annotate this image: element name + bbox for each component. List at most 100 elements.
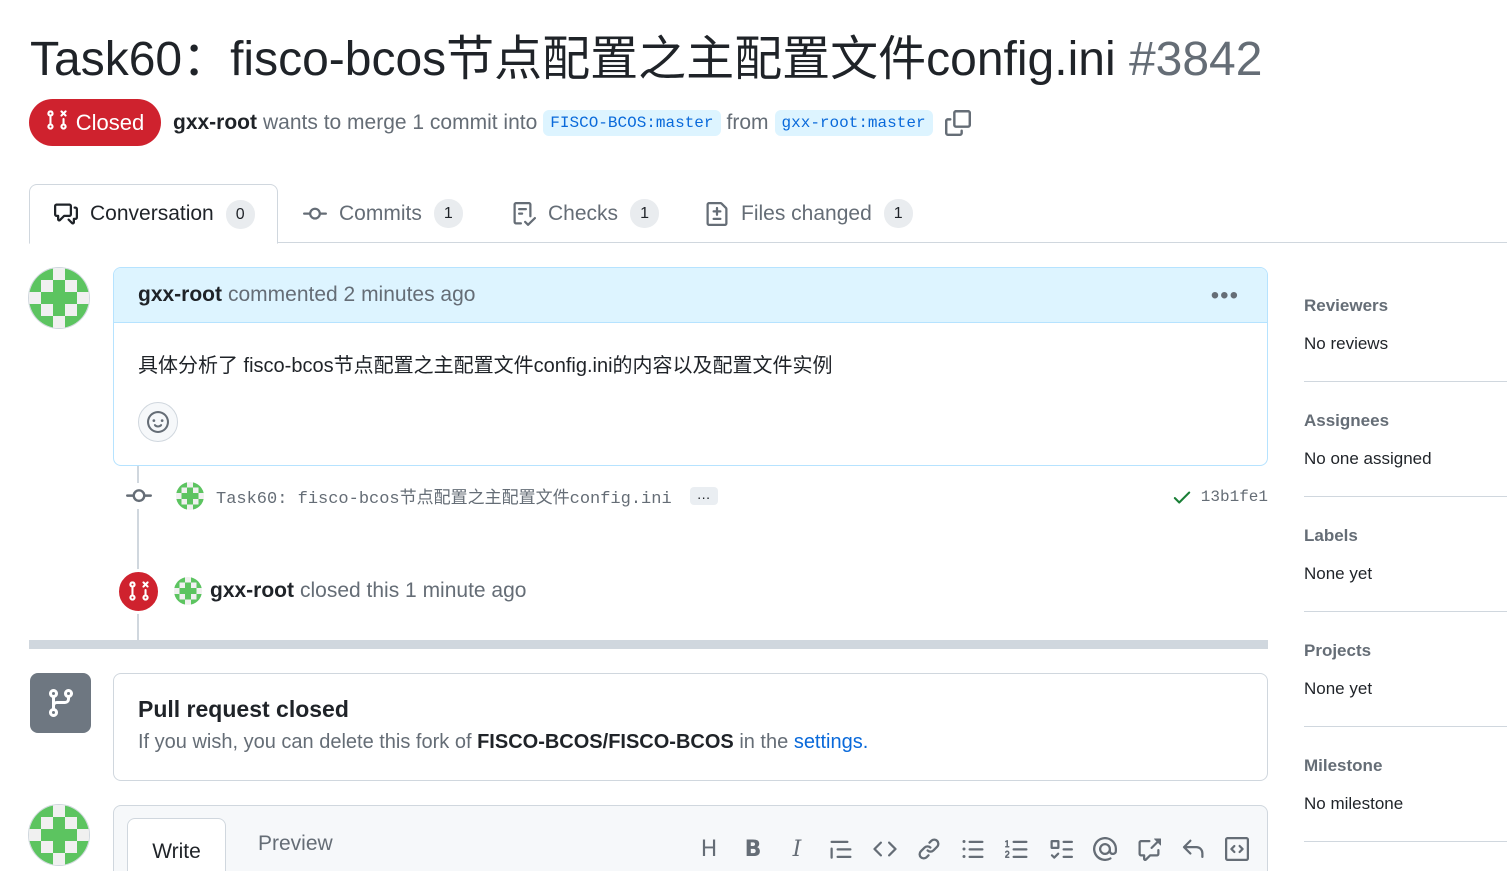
closed-by-author-link[interactable]: gxx-root [210,579,294,603]
bold-button[interactable]: B [733,834,773,864]
tab-commits-label: Commits [339,201,422,225]
code-button[interactable] [865,834,905,864]
sidebar-projects: Projects None yet [1304,641,1507,727]
sidebar-heading-milestone[interactable]: Milestone [1304,756,1507,776]
sidebar-value-reviewers: No reviews [1304,334,1389,353]
timeline-closed-event: gxx-root closed this 1 minute ago [117,569,526,613]
pr-closed-box: Pull request closed If you wish, you can… [113,673,1268,781]
tab-conversation[interactable]: Conversation 0 [29,184,278,244]
tab-commits-count: 1 [433,199,463,228]
avatar[interactable] [28,267,90,329]
git-branch-icon [48,689,73,718]
pr-author-link[interactable]: gxx-root [173,111,257,135]
git-commit-icon [126,483,152,509]
pr-closed-icon [46,109,68,137]
pr-closed-text-suffix: . [862,731,869,753]
sidebar-labels: Labels None yet [1304,526,1507,612]
reply-icon [1182,839,1204,858]
timeline-commit: Task60: fisco-bcos节点配置之主配置文件config.ini …… [126,480,1268,512]
mention-icon [1093,837,1117,861]
commit-author-avatar[interactable] [176,482,204,510]
pr-closed-badge [117,569,160,613]
comment-author-link[interactable]: gxx-root [138,283,222,307]
sidebar-heading-reviewers[interactable]: Reviewers [1304,296,1507,316]
tab-conversation-label: Conversation [90,202,214,225]
tab-commits[interactable]: Commits 1 [303,184,463,243]
code-icon [873,841,897,857]
tab-checks-label: Checks [548,201,619,225]
sidebar-value-projects: None yet [1304,679,1373,698]
commit-sha-link[interactable]: 13b1fe1 [1201,488,1268,506]
check-icon[interactable] [1171,486,1193,508]
italic-icon: I [792,836,802,862]
comment-discussion-icon [54,203,78,225]
tab-preview[interactable]: Preview [258,832,333,856]
comment-body: 具体分析了 fisco-bcos节点配置之主配置文件config.ini的内容以… [138,355,833,377]
base-branch[interactable]: FISCO-BCOS:master [543,110,721,136]
cross-reference-button[interactable] [1129,834,1169,864]
file-diff-icon [706,201,728,226]
list-ordered-icon [1005,840,1028,858]
tab-files-changed[interactable]: Files changed 1 [705,184,913,243]
quote-icon [830,840,852,859]
kebab-menu-icon[interactable]: ••• [1211,282,1239,310]
tab-files-count: 1 [883,199,913,228]
comment-box: gxx-root commented 2 minutes ago ••• 具体分… [113,267,1268,466]
italic-button[interactable]: I [777,834,817,864]
tasklist-icon [1050,840,1073,859]
unordered-list-button[interactable] [953,834,993,864]
mention-button[interactable] [1085,834,1125,864]
link-button[interactable] [909,834,949,864]
fork-repo-name: FISCO-BCOS/FISCO-BCOS [477,731,734,753]
ordered-list-button[interactable] [997,834,1037,864]
pr-closed-text-mid: in the [739,731,789,753]
merge-summary: gxx-root wants to merge 1 commit into FI… [173,106,971,140]
heading-button[interactable]: H [689,834,729,864]
tab-checks[interactable]: Checks 1 [512,184,660,243]
cross-reference-icon [1138,838,1161,861]
sidebar-milestone: Milestone No milestone [1304,756,1507,842]
smiley-icon [147,411,169,433]
comment-header: gxx-root commented 2 minutes ago ••• [114,268,1267,323]
sidebar-value-assignees: No one assigned [1304,449,1432,468]
comment-composer: Write Preview H B I [113,805,1268,871]
tab-write[interactable]: Write [127,818,226,871]
pr-closed-title: Pull request closed [138,696,349,722]
tab-conversation-count: 0 [225,199,255,229]
pr-closed-text-prefix: If you wish, you can delete this fork of [138,731,472,753]
sidebar-assignees: Assignees No one assigned [1304,411,1507,497]
state-badge: Closed [29,99,161,146]
tab-checks-count: 1 [630,199,660,228]
sidebar-reviewers: Reviewers No reviews [1304,296,1507,382]
page-title: Task60：fisco-bcos节点配置之主配置文件config.ini #3… [30,28,1262,92]
sidebar-heading-labels[interactable]: Labels [1304,526,1507,546]
from-text: from [726,111,769,134]
sidebar-value-milestone: No milestone [1304,794,1404,813]
saved-replies-button[interactable] [1173,834,1213,864]
list-unordered-icon [962,840,984,858]
pr-closed-text: If you wish, you can delete this fork of… [138,731,1243,754]
closed-by-avatar[interactable] [174,577,202,605]
commit-status: 13b1fe1 [1171,486,1268,508]
head-branch[interactable]: gxx-root:master [774,110,933,136]
heading-icon: H [700,836,718,862]
sidebar-value-labels: None yet [1304,564,1373,583]
sidebar-heading-assignees[interactable]: Assignees [1304,411,1507,431]
settings-link[interactable]: settings [794,731,863,753]
timeline-divider [29,640,1268,649]
commit-message-link[interactable]: Task60: fisco-bcos节点配置之主配置文件config.ini [216,483,672,509]
comment-meta[interactable]: commented 2 minutes ago [228,283,475,307]
add-reaction-button[interactable] [138,402,178,442]
slash-commands-button[interactable] [1217,834,1257,864]
link-icon [918,838,940,860]
git-commit-icon [303,207,327,220]
copy-icon[interactable] [944,110,971,136]
task-list-button[interactable] [1041,834,1081,864]
pr-closed-icon [128,581,149,601]
avatar[interactable] [28,804,90,866]
commit-expand-button[interactable]: … [689,487,718,505]
merge-text: wants to merge 1 commit into [263,111,538,134]
quote-button[interactable] [821,834,861,864]
merge-status-icon-box [30,673,91,733]
sidebar-heading-projects[interactable]: Projects [1304,641,1507,661]
